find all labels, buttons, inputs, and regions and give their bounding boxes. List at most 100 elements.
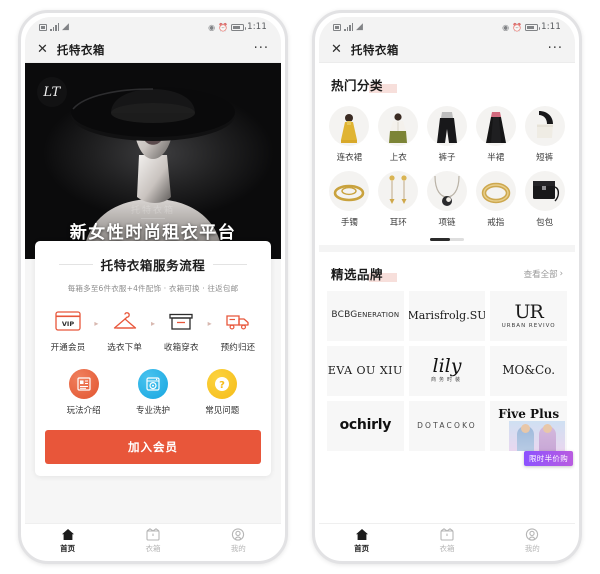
tab-profile[interactable]: 我的 [490, 524, 575, 557]
indicator-thumb [430, 238, 450, 241]
category-label: 短裤 [536, 153, 554, 163]
brand-card[interactable]: EVA OU XIU [327, 346, 404, 396]
category-trousers[interactable]: 裤子 [423, 102, 472, 165]
category-label: 包包 [536, 218, 554, 228]
tab-profile[interactable]: 我的 [196, 524, 281, 557]
dress-icon [329, 106, 370, 146]
quick-link-faq[interactable]: ? 常见问题 [190, 369, 254, 416]
content-right[interactable]: 热门分类 连衣裙 上衣 裤子 半裙 短裤 手镯 耳环 项链 戒指 包包 精选品牌… [319, 63, 575, 523]
service-flow-card: 托特衣箱服务流程 每箱多至6件衣服+4件配饰 · 衣箱可换 · 往返包邮 VIP [35, 241, 271, 476]
eye-icon: ◉ [502, 22, 510, 32]
home-icon [61, 527, 75, 541]
wifi-icon: ◢ [356, 21, 363, 32]
brand-card[interactable]: MO&Co. [490, 346, 567, 396]
brand-grid: BCBGENERATION Marisfrolg.SU UR URBAN REV… [319, 291, 575, 466]
sim-card-icon [333, 23, 341, 31]
quick-links: 玩法介绍 专业洗护 ? 常见问题 [49, 369, 257, 416]
bracelet-icon [329, 171, 370, 211]
brand-card[interactable]: Five Plus [490, 401, 567, 451]
quick-link-cleaning[interactable]: 专业洗护 [121, 369, 185, 416]
svg-text:?: ? [219, 380, 225, 391]
status-bar-left: ◢ ◉ ⏰ 1:11 [25, 17, 281, 37]
category-label: 手镯 [340, 218, 358, 228]
view-all-brands-link[interactable]: 查看全部 › [524, 268, 563, 280]
hero-watermark: 托特衣箱 [130, 206, 176, 216]
flow-step-membership[interactable]: VIP 开通会员 [47, 307, 89, 353]
battery-icon [231, 23, 247, 31]
brand-card[interactable]: UR URBAN REVIVO [490, 291, 567, 341]
flow-step-receive-wear[interactable]: 收箱穿衣 [160, 307, 202, 353]
section-divider [319, 245, 575, 252]
category-skirt[interactable]: 半裙 [471, 102, 520, 165]
flow-step-select-order[interactable]: 选衣下单 [104, 307, 146, 353]
category-dress[interactable]: 连衣裙 [325, 102, 374, 165]
battery-icon [525, 23, 541, 31]
category-top[interactable]: 上衣 [374, 102, 423, 165]
category-handbag[interactable]: 包包 [520, 167, 569, 230]
content-left[interactable]: LT 托特衣箱 新女性时尚租衣平台 托特衣箱服务流程 每箱多至6件衣服+4件配饰… [25, 63, 281, 523]
hero-banner[interactable]: LT 托特衣箱 新女性时尚租衣平台 [25, 63, 281, 259]
brand-card[interactable]: ochirly [327, 401, 404, 451]
brand-card[interactable]: Marisfrolg.SU [408, 291, 486, 341]
tab-home[interactable]: 首页 [25, 524, 110, 557]
category-label: 连衣裙 [336, 153, 363, 163]
document-list-icon [68, 369, 99, 399]
title-bar-left: ✕ 托特衣箱 ··· [25, 37, 281, 63]
brand-name-main: DOTACOKO [417, 420, 477, 430]
quick-link-label: 玩法介绍 [66, 406, 101, 416]
brand-name-main: EVA OU XIU [327, 363, 403, 377]
screen-right: ◢ ◉ ⏰ 1:11 ✕ 托特衣箱 ··· 热门分类 连衣裙 上衣 裤子 半裙 … [319, 17, 575, 557]
ring-icon [475, 171, 516, 211]
close-icon[interactable]: ✕ [331, 43, 342, 56]
view-all-label: 查看全部 [523, 269, 558, 280]
category-label: 耳环 [389, 218, 407, 228]
category-label: 项链 [438, 218, 456, 228]
promo-badge[interactable]: 限时半价购 [524, 451, 573, 466]
brand-name-sub: URBAN REVIVO [501, 323, 556, 329]
tab-home[interactable]: 首页 [319, 524, 404, 557]
indicator-track [430, 238, 464, 241]
join-membership-button[interactable]: 加入会员 [45, 430, 261, 464]
tab-label: 我的 [524, 544, 540, 553]
category-bracelet[interactable]: 手镯 [325, 167, 374, 230]
brand-name-main: lily [432, 355, 462, 378]
tab-wardrobe[interactable]: 衣箱 [110, 524, 195, 557]
category-ring[interactable]: 戒指 [471, 167, 520, 230]
category-shorts[interactable]: 短裤 [520, 102, 569, 165]
more-options-icon[interactable]: ··· [254, 43, 269, 55]
vip-card-icon: VIP [47, 307, 89, 335]
sim-card-icon [39, 23, 47, 31]
brand-card[interactable]: BCBGENERATION [327, 291, 404, 341]
svg-text:VIP: VIP [62, 320, 74, 328]
status-time: 1:11 [247, 22, 267, 32]
brand-name-main: ochirly [339, 417, 392, 434]
tab-wardrobe[interactable]: 衣箱 [404, 524, 489, 557]
flow-step-label: 预约归还 [220, 343, 256, 353]
quick-link-label: 常见问题 [205, 406, 240, 416]
brand-card[interactable]: DOTACOKO [408, 401, 486, 451]
skirt-icon [475, 106, 516, 146]
brand-name-main: UR [514, 300, 543, 323]
necklace-icon [426, 171, 467, 211]
status-bar-right: ◢ ◉ ⏰ 1:11 [319, 17, 575, 37]
brands-section-header: 精选品牌 查看全部 › [319, 252, 575, 291]
flow-step-return[interactable]: 预约归还 [217, 307, 259, 353]
screenshot-stage: ◢ ◉ ⏰ 1:11 ✕ 托特衣箱 ··· LT 托特衣箱 新女性时尚租衣平台 … [0, 0, 600, 574]
category-earrings[interactable]: 耳环 [374, 167, 423, 230]
carousel-indicator[interactable] [319, 238, 575, 241]
brands-title: 精选品牌 [331, 264, 398, 283]
box-icon [146, 527, 160, 541]
close-icon[interactable]: ✕ [37, 43, 48, 56]
brand-card[interactable]: lily 商务时装 [408, 346, 486, 396]
tab-bar-left: 首页 衣箱 我的 [25, 523, 281, 557]
chevron-right-icon: › [559, 268, 563, 279]
screen-left: ◢ ◉ ⏰ 1:11 ✕ 托特衣箱 ··· LT 托特衣箱 新女性时尚租衣平台 … [25, 17, 281, 557]
signal-bars-icon [344, 23, 353, 31]
category-necklace[interactable]: 项链 [423, 167, 472, 230]
flow-step-label: 选衣下单 [107, 343, 143, 353]
more-options-icon[interactable]: ··· [548, 43, 563, 55]
profile-icon [525, 527, 539, 541]
quick-link-intro[interactable]: 玩法介绍 [52, 369, 116, 416]
brand-name-main: Five Plus [498, 407, 560, 421]
service-card-subtitle: 每箱多至6件衣服+4件配饰 · 衣箱可换 · 往返包邮 [67, 284, 239, 293]
